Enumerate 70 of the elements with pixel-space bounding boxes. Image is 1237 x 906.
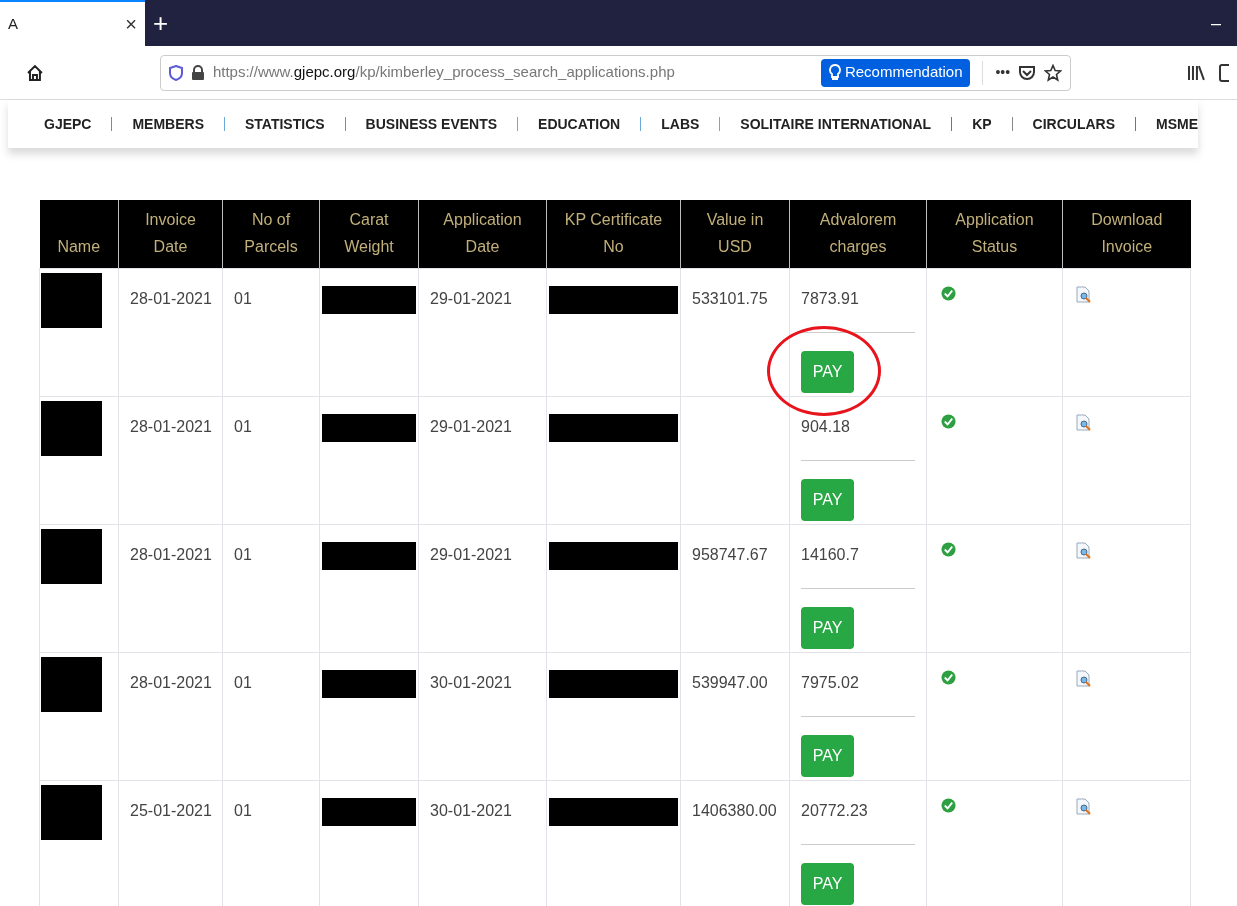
nav-link[interactable]: KP	[972, 113, 992, 135]
nav-link[interactable]: CIRCULARS	[1032, 113, 1115, 135]
document-search-icon[interactable]	[1076, 414, 1092, 431]
column-header: Application Date	[418, 200, 547, 269]
column-header: Value in USD	[680, 200, 790, 269]
table-cell-text: 29-01-2021	[429, 417, 513, 437]
nav-link[interactable]: BUSINESS EVENTS	[365, 113, 498, 135]
table-cell-text: 01	[233, 289, 253, 309]
table-cell-text: 7975.02	[800, 673, 860, 693]
document-search-icon[interactable]	[1076, 542, 1092, 559]
minimize-button[interactable]: –	[1195, 0, 1237, 46]
document-search-icon[interactable]	[1076, 286, 1092, 303]
address-bar[interactable]: https://www.gjepc.org/kp/kimberley_process_search_applications.php Recommendation •••	[159, 54, 1072, 91]
table-cell-text: 14160.7	[800, 545, 860, 565]
redaction-block	[41, 529, 102, 584]
table-cell-text: 7873.91	[800, 289, 860, 309]
recommendation-button[interactable]: Recommendation	[820, 58, 971, 87]
table-cell-text: 533101.75	[691, 289, 769, 309]
table-cell-text: 29-01-2021	[429, 289, 513, 309]
nav-link[interactable]: MSME	[1156, 113, 1198, 135]
column-header: KP Certificate No	[546, 200, 681, 269]
document-search-icon[interactable]	[1076, 798, 1092, 815]
column-header: Application Status	[926, 200, 1063, 269]
table-cell-text: 01	[233, 801, 253, 821]
column-header: No of Parcels	[222, 200, 320, 269]
table-cell-text: 25-01-2021	[129, 801, 213, 821]
nav-link[interactable]: SOLITAIRE INTERNATIONAL	[740, 113, 932, 135]
table-cell-text: 01	[233, 417, 253, 437]
table-cell-text: 28-01-2021	[129, 673, 213, 693]
close-tab-button[interactable]: ×	[125, 14, 137, 34]
more-menu[interactable]: •••	[995, 62, 1011, 83]
table-cell-text: 01	[233, 673, 253, 693]
column-header: Carat Weight	[319, 200, 419, 269]
lock-icon	[190, 64, 205, 81]
column-header: Invoice Date	[118, 200, 223, 269]
table-cell-text: 539947.00	[691, 673, 769, 693]
column-header: Advalorem charges	[789, 200, 927, 269]
sidebar-icon[interactable]	[1219, 63, 1229, 82]
nav-link[interactable]: STATISTICS	[245, 113, 325, 135]
table-cell-text: 28-01-2021	[129, 545, 213, 565]
nav-link[interactable]: MEMBERS	[132, 113, 204, 135]
pocket-icon[interactable]	[1018, 63, 1037, 82]
table-cell-text: 29-01-2021	[429, 545, 513, 565]
table-cell-text: 30-01-2021	[429, 801, 513, 821]
document-search-icon[interactable]	[1076, 670, 1092, 687]
redaction-block	[41, 273, 102, 328]
table-cell-text: 30-01-2021	[429, 673, 513, 693]
star-icon[interactable]	[1044, 63, 1063, 82]
redaction-block	[41, 657, 102, 712]
home-icon[interactable]	[26, 63, 44, 82]
column-header: Download Invoice	[1062, 200, 1191, 269]
table-cell-text: 20772.23	[800, 801, 869, 821]
table-cell-text: 1406380.00	[691, 801, 778, 821]
table-cell-text: 904.18	[800, 417, 851, 437]
column-header: Name	[39, 200, 119, 269]
table-cell-text: 958747.67	[691, 545, 769, 565]
table-cell-text: 01	[233, 545, 253, 565]
url-text[interactable]: https://www.gjepc.org/kp/kimberley_process_search_applications.php	[212, 61, 675, 84]
table-cell-text: 28-01-2021	[129, 289, 213, 309]
redaction-block	[41, 401, 102, 456]
tab-title[interactable]: A	[8, 12, 18, 36]
nav-link[interactable]: GJEPC	[44, 113, 92, 135]
lightbulb-icon	[828, 63, 841, 82]
redaction-block	[41, 785, 102, 840]
new-tab-button[interactable]: +	[145, 0, 177, 46]
library-icon[interactable]	[1187, 63, 1206, 82]
table-cell-text: 28-01-2021	[129, 417, 213, 437]
nav-link[interactable]: EDUCATION	[538, 113, 621, 135]
shield-icon[interactable]	[168, 64, 183, 81]
nav-link[interactable]: LABS	[661, 113, 700, 135]
